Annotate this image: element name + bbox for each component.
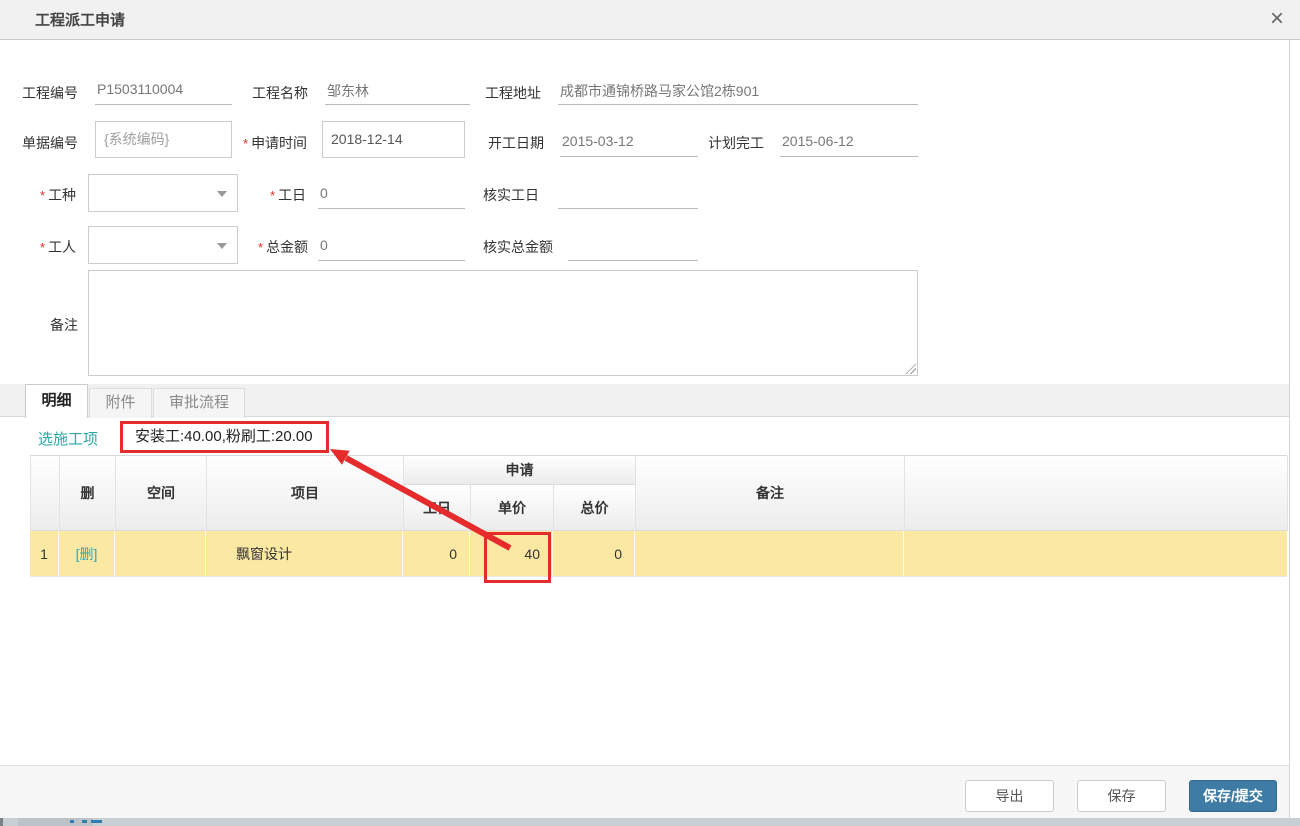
verify-total-field[interactable] [568, 232, 698, 261]
select-work-item-link[interactable]: 选施工项 [38, 428, 98, 449]
start-date-field[interactable]: 2015-03-12 [560, 128, 698, 157]
work-days-field[interactable]: 0 [318, 180, 465, 209]
verify-work-days-label: 核实工日 [483, 185, 539, 205]
cell-item[interactable]: 飘窗设计 [206, 531, 403, 576]
total-amount-field[interactable]: 0 [318, 232, 465, 261]
remark-label: 备注 [50, 315, 78, 335]
plan-finish-field[interactable]: 2015-06-12 [780, 128, 918, 157]
detail-table: 删 空间 项目 申请 备注 工日 单价 总价 1 [删] 飘窗设计 0 40 0 [30, 455, 1287, 577]
background-page-strip [0, 818, 1300, 826]
cell-delete: [删] [59, 531, 115, 576]
doc-no-input[interactable]: {系统编码} [95, 121, 232, 158]
col-header-delete: 删 [60, 456, 116, 531]
tab-approval-flow[interactable]: 审批流程 [153, 388, 245, 418]
verify-total-label: 核实总金额 [483, 237, 553, 257]
background-page-fragment [0, 818, 3, 826]
required-asterisk: * [243, 136, 248, 151]
col-header-days: 工日 [404, 485, 471, 531]
price-annotation-box: 安装工:40.00,粉刷工:20.00 [120, 421, 329, 453]
worker-select[interactable] [88, 226, 238, 264]
project-name-field[interactable]: 邹东林 [325, 76, 470, 105]
project-address-field[interactable]: 成都市通锦桥路马家公馆2栋901 [558, 76, 918, 105]
col-header-unit-price: 单价 [471, 485, 554, 531]
tab-attachment[interactable]: 附件 [89, 388, 152, 418]
table-header: 删 空间 项目 申请 备注 工日 单价 总价 [30, 455, 1287, 531]
resize-grip-icon[interactable] [904, 362, 916, 374]
col-header-total-price: 总价 [554, 485, 636, 531]
col-header-rownum [31, 456, 60, 531]
doc-no-label: 单据编号 [22, 133, 78, 153]
col-header-item: 项目 [207, 456, 404, 531]
background-page-fragment [91, 820, 102, 823]
plan-finish-label: 计划完工 [708, 133, 764, 153]
project-name-label: 工程名称 [252, 83, 308, 103]
cell-total-price[interactable]: 0 [553, 531, 635, 576]
export-button[interactable]: 导出 [965, 780, 1054, 812]
chevron-down-icon [217, 243, 227, 249]
unit-price-annotation-box [484, 532, 551, 583]
required-asterisk: * [270, 188, 275, 203]
dispatch-application-dialog: 工程派工申请 × 工程编号 P1503110004 工程名称 邹东林 工程地址 … [0, 0, 1300, 826]
work-days-label: *工日 [270, 185, 306, 205]
total-amount-label: *总金额 [258, 237, 308, 257]
tab-detail[interactable]: 明细 [25, 384, 88, 418]
cell-rownum: 1 [30, 531, 59, 576]
work-type-label: *工种 [40, 185, 76, 205]
col-header-extra [905, 456, 1288, 531]
save-submit-button[interactable]: 保存/提交 [1189, 780, 1277, 812]
delete-row-link[interactable]: [删] [76, 544, 98, 564]
col-header-remark: 备注 [636, 456, 905, 531]
cell-remark[interactable] [635, 531, 904, 576]
project-address-label: 工程地址 [485, 83, 541, 103]
background-page-fragment [82, 820, 87, 823]
start-date-label: 开工日期 [488, 133, 544, 153]
tab-strip: 明细 附件 审批流程 [0, 384, 1289, 417]
chevron-down-icon [217, 191, 227, 197]
close-icon[interactable]: × [1270, 4, 1284, 34]
project-no-field[interactable]: P1503110004 [95, 76, 232, 105]
background-page-fragment [70, 820, 74, 823]
work-type-select[interactable] [88, 174, 238, 212]
cell-space[interactable] [115, 531, 206, 576]
required-asterisk: * [40, 240, 45, 255]
dialog-titlebar: 工程派工申请 × [0, 0, 1300, 40]
col-header-space: 空间 [116, 456, 207, 531]
cell-days[interactable]: 0 [403, 531, 470, 576]
apply-time-label: *申请时间 [243, 133, 307, 153]
col-header-apply-group: 申请 [404, 456, 636, 485]
dialog-title: 工程派工申请 [35, 9, 125, 30]
dialog-footer: 导出 保存 保存/提交 [0, 765, 1289, 818]
save-button[interactable]: 保存 [1077, 780, 1166, 812]
dialog-right-edge [1289, 40, 1290, 818]
table-row[interactable]: 1 [删] 飘窗设计 0 40 0 [30, 531, 1287, 577]
worker-label: *工人 [40, 237, 76, 257]
verify-work-days-field[interactable] [558, 180, 698, 209]
remark-textarea[interactable] [88, 270, 918, 376]
required-asterisk: * [40, 188, 45, 203]
required-asterisk: * [258, 240, 263, 255]
project-no-label: 工程编号 [22, 83, 78, 103]
apply-time-input[interactable]: 2018-12-14 [322, 121, 465, 158]
